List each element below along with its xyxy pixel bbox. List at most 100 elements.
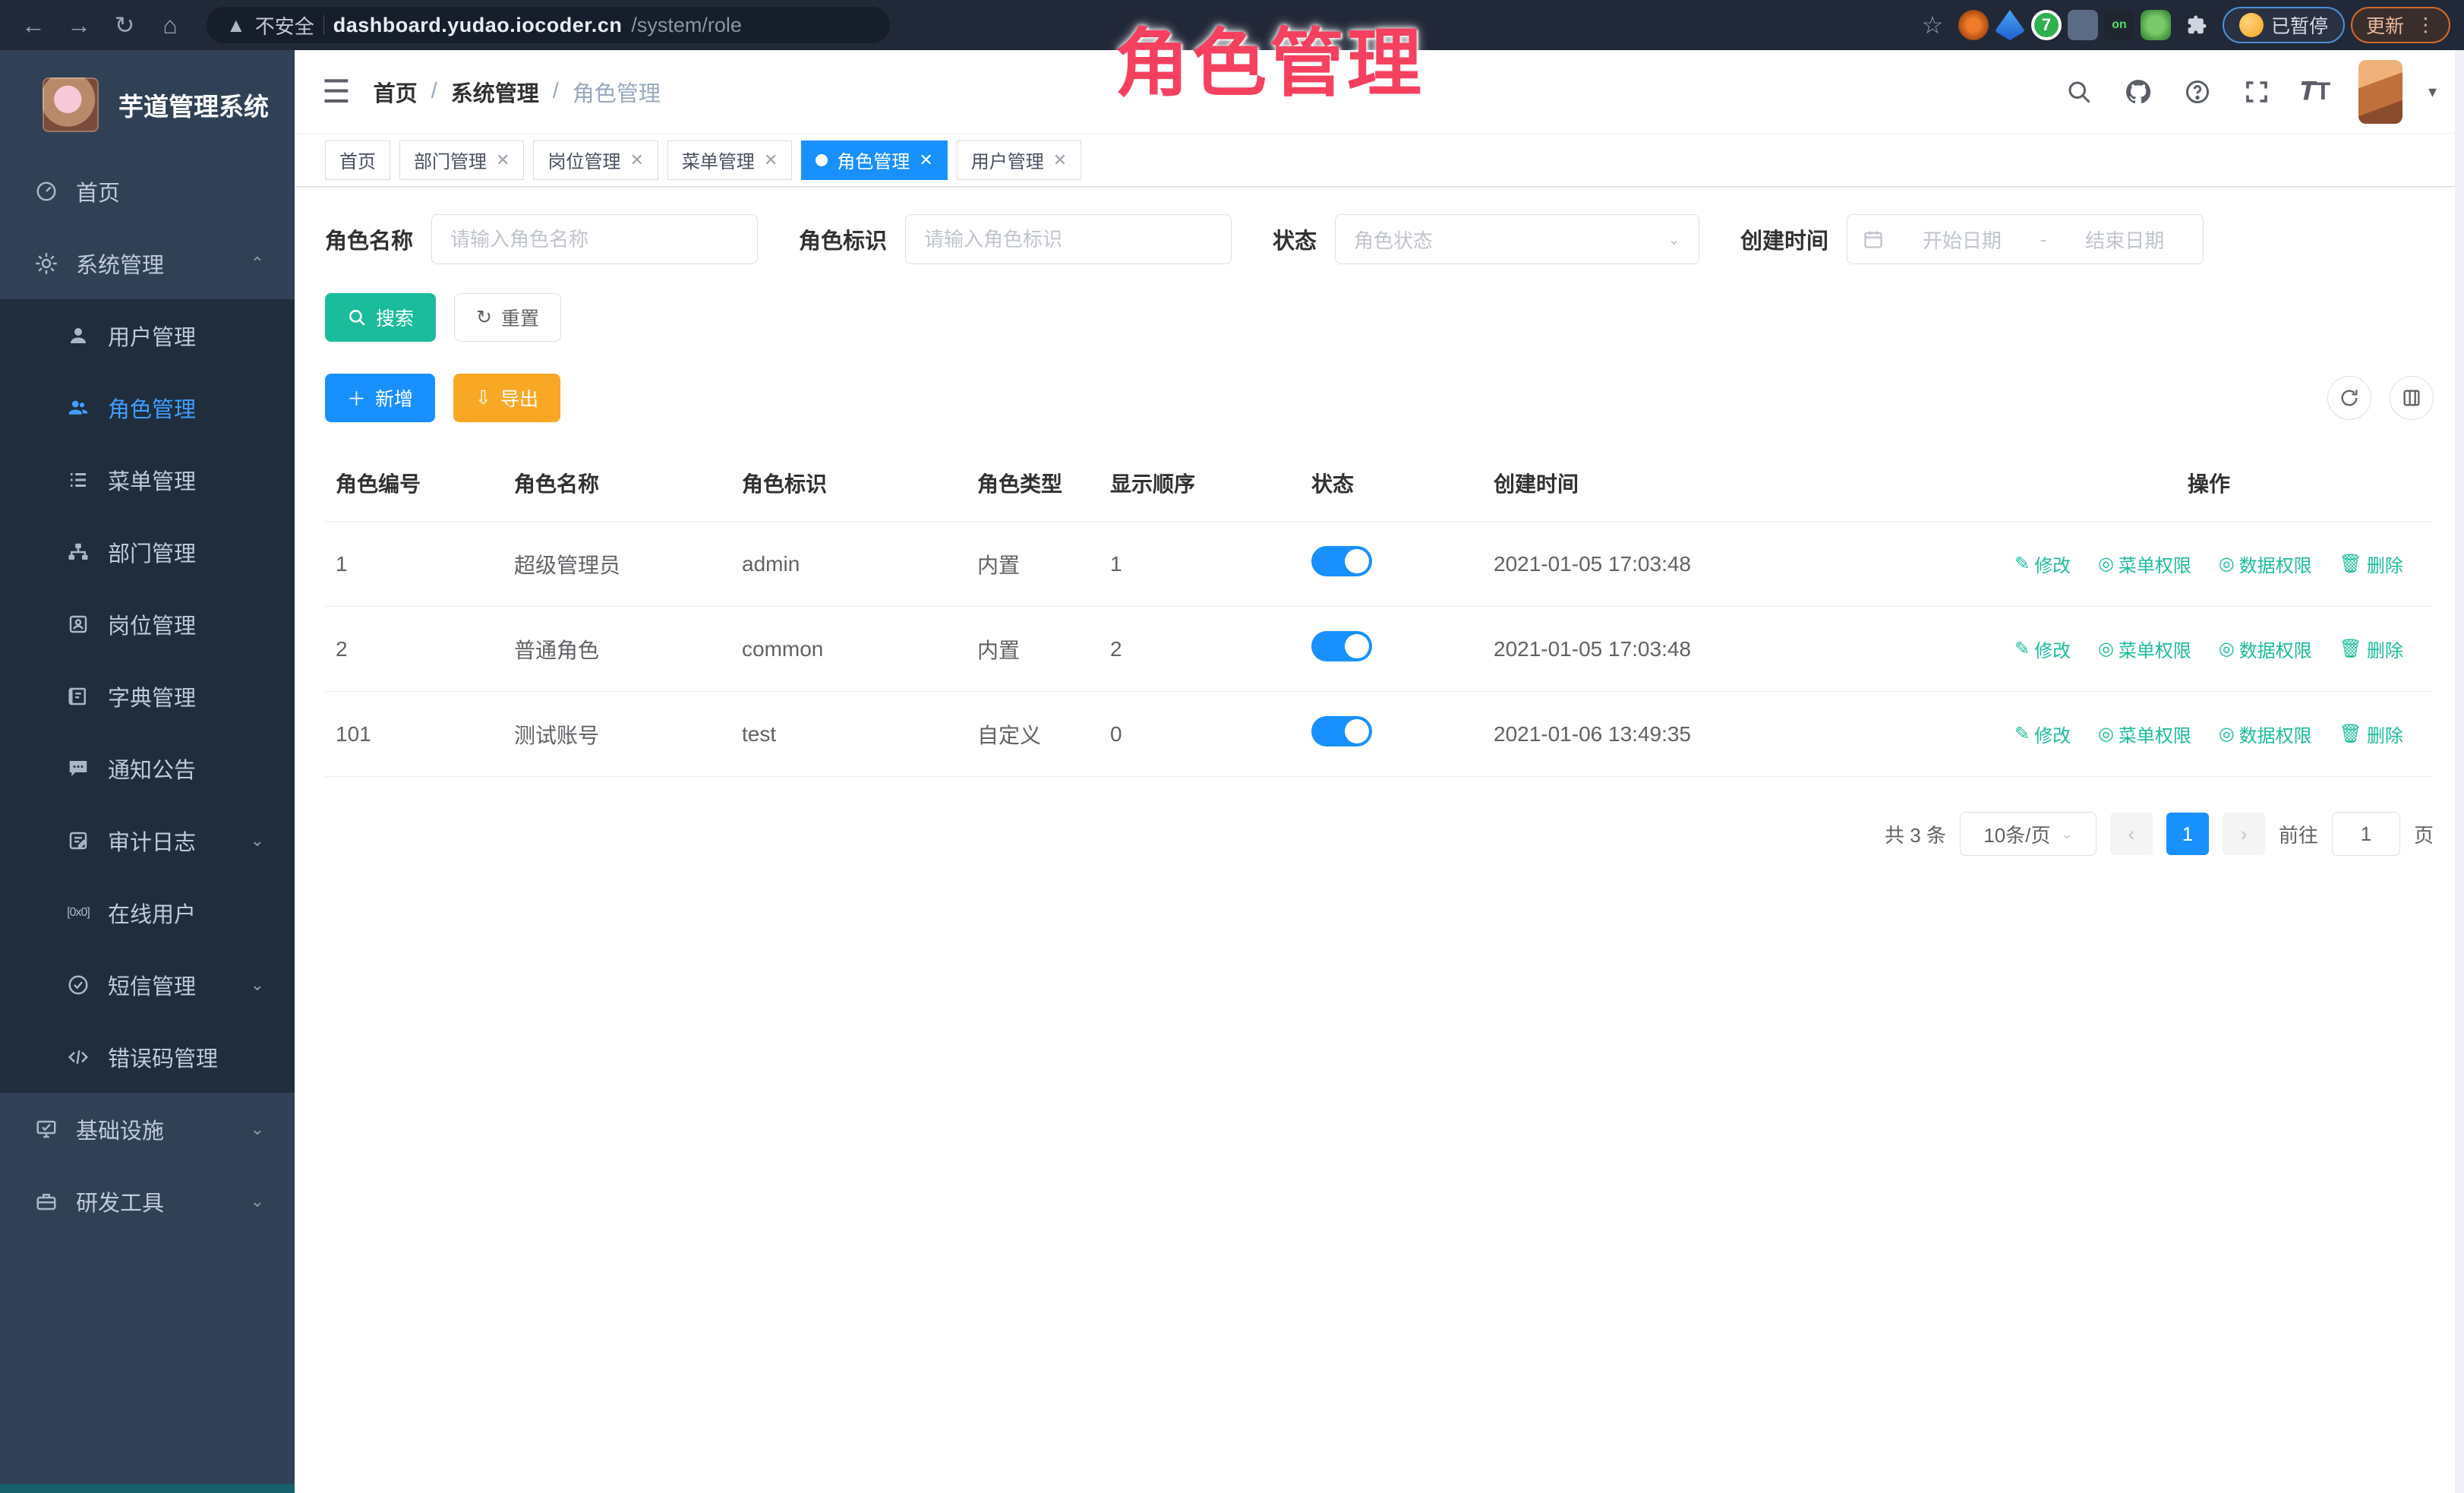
edit-link[interactable]: ✎修改	[2014, 721, 2071, 747]
sidebar-item-audit-log[interactable]: 审计日志 ⌄	[0, 804, 295, 876]
user-menu-caret-icon[interactable]: ▾	[2428, 82, 2437, 102]
add-button[interactable]: ＋ 新增	[325, 374, 435, 422]
data-permission-link[interactable]: ◎数据权限	[2219, 636, 2312, 662]
page-scrollbar[interactable]	[2455, 50, 2464, 1493]
data-permission-link[interactable]: ◎数据权限	[2219, 551, 2312, 577]
close-tab-icon[interactable]: ✕	[919, 150, 932, 170]
home-icon[interactable]: ⌂	[150, 5, 190, 45]
extension-grid-icon[interactable]	[2068, 10, 2098, 40]
reload-icon[interactable]: ↻	[105, 5, 144, 45]
circle-check-icon: ◎	[2098, 553, 2114, 575]
role-name-input[interactable]	[431, 214, 758, 264]
back-icon[interactable]: ←	[14, 5, 53, 45]
sidebar-item-posts[interactable]: 岗位管理	[0, 588, 295, 660]
forward-icon[interactable]: →	[59, 5, 99, 45]
search-button[interactable]: 搜索	[325, 293, 436, 342]
menu-permission-link[interactable]: ◎菜单权限	[2098, 551, 2191, 577]
sidebar-item-users[interactable]: 用户管理	[0, 299, 295, 371]
breadcrumb-system[interactable]: 系统管理	[451, 76, 539, 108]
menu-permission-link[interactable]: ◎菜单权限	[2098, 721, 2191, 747]
date-range-picker[interactable]: 开始日期 - 结束日期	[1847, 214, 2204, 264]
status-select[interactable]: 角色状态 ⌄	[1335, 214, 1699, 264]
user-avatar[interactable]	[2358, 60, 2402, 124]
sidebar-item-dev-tools[interactable]: 研发工具 ⌄	[0, 1165, 295, 1237]
user-icon	[65, 324, 91, 347]
sidebar-item-departments[interactable]: 部门管理	[0, 516, 295, 588]
refresh-table-button[interactable]	[2327, 376, 2371, 420]
reset-button[interactable]: ↻ 重置	[454, 293, 561, 342]
sidebar-item-menus[interactable]: 菜单管理	[0, 443, 295, 516]
chevron-down-icon: ⌄	[1667, 230, 1680, 249]
app-logo[interactable]: 芋道管理系统	[0, 50, 295, 155]
font-size-icon[interactable]: 𝑻T	[2299, 75, 2333, 109]
tags-view: 首页 部门管理 ✕ 岗位管理 ✕ 菜单管理 ✕ 角色管理 ✕ 用户管理 ✕	[295, 134, 2464, 187]
role-key-input[interactable]	[905, 214, 1232, 264]
github-icon[interactable]	[2122, 75, 2155, 109]
sidebar-item-dictionary[interactable]: 字典管理	[0, 660, 295, 732]
tab-users[interactable]: 用户管理 ✕	[957, 140, 1081, 180]
system-submenu: 用户管理 角色管理 菜单管理	[0, 299, 295, 1093]
badge-icon	[65, 613, 91, 636]
col-role-key: 角色标识	[731, 445, 967, 522]
url-path: /system/role	[631, 14, 742, 37]
breadcrumb-home[interactable]: 首页	[374, 76, 418, 108]
close-tab-icon[interactable]: ✕	[496, 150, 510, 170]
edit-link[interactable]: ✎修改	[2014, 636, 2071, 662]
extension-drop-icon[interactable]	[1995, 10, 2025, 40]
extensions-puzzle-icon[interactable]	[2177, 5, 2216, 45]
current-page-button[interactable]: 1	[2166, 813, 2209, 855]
sidebar-item-error-codes[interactable]: 错误码管理	[0, 1021, 295, 1093]
extension-green-icon[interactable]	[2141, 10, 2171, 40]
tab-roles[interactable]: 角色管理 ✕	[801, 140, 947, 180]
tab-departments[interactable]: 部门管理 ✕	[399, 140, 524, 180]
extension-seven-icon[interactable]: 7	[2031, 10, 2062, 40]
tab-menus[interactable]: 菜单管理 ✕	[667, 140, 792, 180]
goto-page-input[interactable]	[2332, 812, 2400, 856]
roles-table: 角色编号 角色名称 角色标识 角色类型 显示顺序 状态 创建时间 操作 1 超级…	[325, 445, 2434, 777]
data-permission-link[interactable]: ◎数据权限	[2219, 721, 2312, 747]
status-select-placeholder: 角色状态	[1354, 226, 1433, 254]
address-bar[interactable]: ▲ 不安全 dashboard.yudao.iocoder.cn /system…	[207, 7, 890, 43]
col-role-id: 角色编号	[325, 445, 503, 522]
delete-link[interactable]: 🗑删除	[2339, 551, 2402, 577]
delete-link[interactable]: 🗑删除	[2339, 721, 2402, 747]
fullscreen-icon[interactable]	[2240, 75, 2273, 109]
sidebar-item-home[interactable]: 首页	[0, 155, 295, 227]
browser-menu-kebab-icon[interactable]: ⋮	[2416, 14, 2435, 36]
close-tab-icon[interactable]: ✕	[629, 150, 643, 170]
edit-pencil-icon: ✎	[2014, 553, 2030, 575]
edit-link[interactable]: ✎修改	[2014, 551, 2071, 577]
close-tab-icon[interactable]: ✕	[764, 150, 778, 170]
delete-link[interactable]: 🗑删除	[2339, 636, 2402, 662]
tab-home[interactable]: 首页	[325, 140, 390, 180]
status-toggle-on[interactable]	[1311, 716, 1372, 746]
search-icon[interactable]	[2062, 75, 2096, 109]
sidebar-item-roles[interactable]: 角色管理	[0, 371, 295, 443]
check-circle-icon	[65, 974, 91, 996]
sidebar-item-sms[interactable]: 短信管理 ⌄	[0, 949, 295, 1021]
prev-page-button[interactable]: ‹	[2110, 813, 2153, 855]
help-icon[interactable]	[2181, 75, 2214, 109]
column-settings-button[interactable]	[2390, 376, 2434, 420]
page-size-select[interactable]: 10条/页 ⌄	[1960, 812, 2096, 856]
bookmark-star-icon[interactable]: ☆	[1913, 5, 1952, 45]
chrome-update-button[interactable]: 更新 ⋮	[2351, 7, 2450, 43]
export-button[interactable]: ⇩ 导出	[453, 374, 560, 422]
status-toggle-on[interactable]	[1311, 546, 1372, 576]
extension-on-icon[interactable]: on	[2104, 10, 2134, 40]
sidebar-item-system[interactable]: 系统管理 ⌃	[0, 227, 295, 299]
not-secure-label: 不安全	[255, 11, 314, 39]
status-toggle-on[interactable]	[1311, 631, 1372, 661]
sidebar-item-infrastructure[interactable]: 基础设施 ⌄	[0, 1093, 295, 1165]
collapse-sidebar-icon[interactable]: ☰	[322, 73, 351, 110]
menu-permission-link[interactable]: ◎菜单权限	[2098, 636, 2191, 662]
extension-orange-icon[interactable]	[1958, 10, 1989, 40]
role-name-label: 角色名称	[325, 223, 413, 255]
profile-paused-chip[interactable]: 已暂停	[2223, 7, 2345, 43]
next-page-button[interactable]: ›	[2223, 813, 2265, 855]
close-tab-icon[interactable]: ✕	[1053, 150, 1067, 170]
sidebar-item-announcements[interactable]: 通知公告	[0, 732, 295, 804]
tab-posts[interactable]: 岗位管理 ✕	[533, 140, 658, 180]
sidebar-item-online-users[interactable]: [0x0] 在线用户	[0, 876, 295, 949]
dashboard-icon	[33, 180, 59, 203]
